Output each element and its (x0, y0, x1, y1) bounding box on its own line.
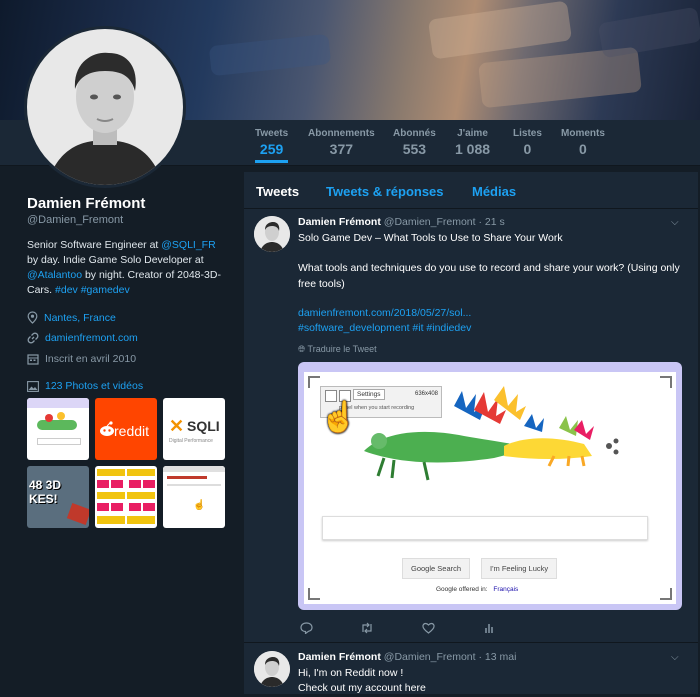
tweet-body: Hi, I'm on Reddit now ! (298, 667, 404, 679)
bio-text: Senior Software Engineer at (27, 239, 162, 251)
chevron-down-icon[interactable]: ⌵ (671, 652, 679, 663)
location-link[interactable]: Nantes, France (44, 312, 116, 324)
bio-mention-atalantoo[interactable]: @Atalantoo (27, 269, 82, 281)
photos-videos-link[interactable]: 123 Photos et vidéos (27, 380, 143, 392)
google-offered: Google offered in: Français (436, 586, 518, 593)
stat-label: Tweets (255, 128, 289, 139)
feeling-lucky-button: I'm Feeling Lucky (481, 558, 558, 579)
translate-label: Traduire le Tweet (307, 344, 377, 354)
stat-value: 259 (259, 141, 284, 157)
photos-label: 123 Photos et vidéos (45, 380, 144, 392)
like-icon[interactable] (422, 622, 435, 637)
offered-label: Google offered in: (436, 586, 488, 593)
stat-likes[interactable]: J'aime 1 088 (455, 128, 490, 157)
sqli-thumb-sub: Digital Performance (169, 438, 213, 444)
image-icon (27, 380, 39, 392)
reply-icon[interactable] (300, 622, 313, 637)
website-link[interactable]: damienfremont.com (45, 332, 138, 344)
timeline-tabs: Tweets Tweets & réponses Médias (244, 172, 698, 209)
tweet-title-line: Solo Game Dev – What Tools to Use to Sha… (298, 232, 563, 244)
profile-bio: Senior Software Engineer at @SQLI_FR by … (27, 238, 227, 298)
media-screenshot: Settings 636x408 panel when you start re… (304, 372, 676, 604)
stat-value: 0 (523, 141, 532, 157)
grid-thumb-art (97, 469, 155, 524)
tab-tweets[interactable]: Tweets (256, 184, 299, 199)
media-thumb-reddit[interactable]: reddit (95, 398, 157, 460)
stat-moments[interactable]: Moments 0 (561, 128, 605, 157)
tweet-media[interactable]: Settings 636x408 panel when you start re… (298, 362, 682, 610)
stat-following[interactable]: Abonnements 377 (308, 128, 375, 157)
stat-value: 377 (329, 141, 354, 157)
tweet-body-2: Check out my account here (298, 682, 426, 694)
globe-icon: 🌐︎ (298, 344, 306, 354)
tweet-handle-time[interactable]: @Damien_Fremont · 13 mai (384, 651, 517, 663)
doodle-art (364, 386, 619, 481)
tweets-panel: Tweets Tweets & réponses Médias Damien F… (244, 172, 698, 694)
cursor-icon: ☝ (193, 500, 206, 511)
tweet-header: Damien Frémont @Damien_Fremont · 21 s (298, 216, 505, 228)
location-pin-icon (27, 311, 38, 324)
stat-lists[interactable]: Listes 0 (513, 128, 542, 157)
cars-thumb-text: 48 3D KES! (29, 478, 62, 506)
sqli-thumb-text: SQLI (187, 418, 220, 434)
chevron-down-icon[interactable]: ⌵ (671, 217, 679, 228)
profile-name: Damien Frémont (27, 195, 146, 212)
tweet-link[interactable]: damienfremont.com/2018/05/27/sol... (298, 306, 683, 322)
bio-hashtags[interactable]: #dev #gamedev (55, 284, 130, 296)
tweet-hashtags[interactable]: #software_development #it #indiedev (298, 321, 683, 337)
google-search-button: Google Search (402, 558, 471, 579)
stat-label: Moments (561, 128, 605, 139)
reddit-thumb-text: reddit (114, 423, 150, 439)
tab-tweets-replies[interactable]: Tweets & réponses (326, 184, 444, 199)
tweet-author-name[interactable]: Damien Frémont (298, 651, 381, 663)
tweet-separator (244, 642, 698, 643)
profile-handle: @Damien_Fremont (27, 214, 124, 226)
tab-media[interactable]: Médias (472, 184, 516, 199)
stat-value: 553 (402, 141, 427, 157)
stat-label: J'aime (457, 128, 488, 139)
joined-date: Inscrit en avril 2010 (45, 353, 137, 365)
link-icon (27, 332, 39, 344)
retweet-icon[interactable] (360, 622, 374, 637)
hand-cursor-icon: ☝ (320, 401, 358, 434)
tweet-header: Damien Frémont @Damien_Fremont · 13 mai (298, 651, 516, 663)
media-thumb-sqli[interactable]: ✕ SQLI Digital Performance (163, 398, 225, 460)
profile-location: Nantes, France (27, 311, 116, 324)
profile-avatar[interactable] (24, 26, 186, 188)
tweet-author-avatar[interactable] (254, 216, 290, 252)
stat-tweets[interactable]: Tweets 259 (255, 128, 289, 163)
sqli-x-mark: ✕ (169, 416, 185, 436)
offered-lang: Français (493, 586, 519, 593)
bio-mention-sqli[interactable]: @SQLI_FR (161, 239, 215, 251)
profile-joined: Inscrit en avril 2010 (27, 353, 136, 365)
stat-label: Listes (513, 128, 542, 139)
translate-tweet[interactable]: 🌐︎ Traduire le Tweet (298, 344, 377, 355)
tweet-body: What tools and techniques do you use to … (298, 262, 680, 290)
media-thumb-doodle[interactable] (27, 398, 89, 460)
calendar-icon (27, 354, 39, 365)
media-thumb-cars[interactable]: 48 3D KES! (27, 466, 89, 528)
stat-value: 0 (579, 141, 587, 157)
media-thumb-grid[interactable] (95, 466, 157, 528)
stat-followers[interactable]: Abonnés 553 (393, 128, 436, 157)
stat-label: Abonnements (308, 128, 375, 139)
stat-value: 1 088 (455, 141, 491, 157)
tweet-author-name[interactable]: Damien Frémont (298, 216, 381, 228)
google-search-box (322, 516, 648, 540)
profile-website: damienfremont.com (27, 332, 138, 344)
bio-text: by day. Indie Game Solo Developer at (27, 254, 204, 266)
analytics-icon[interactable] (484, 622, 496, 637)
stat-label: Abonnés (393, 128, 436, 139)
reddit-alien-icon (100, 421, 114, 436)
tweet-handle-time[interactable]: @Damien_Fremont · 21 s (384, 216, 505, 228)
tweet-author-avatar[interactable] (254, 651, 290, 687)
media-thumb-browser[interactable]: ☝ (163, 466, 225, 528)
